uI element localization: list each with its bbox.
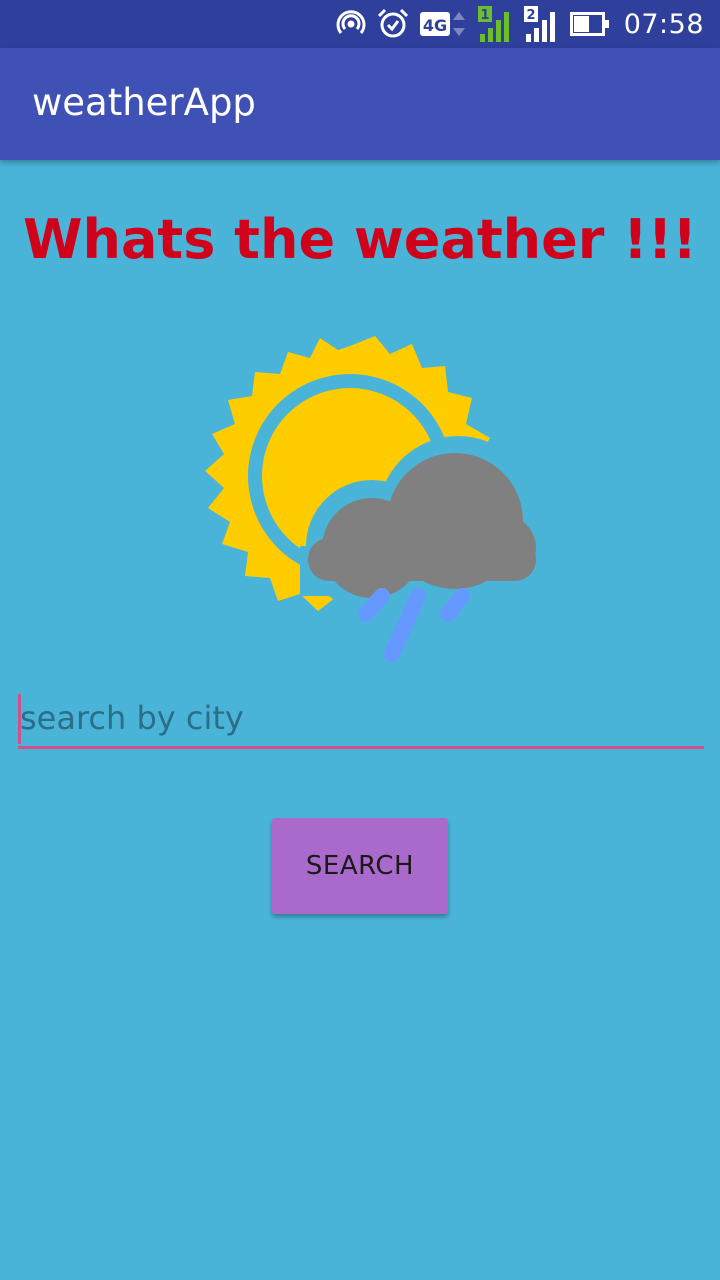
text-cursor [18, 694, 21, 744]
signal-sim2-icon: 2 [523, 6, 560, 42]
sim1-label: 1 [480, 8, 489, 23]
app-title: weatherApp [32, 81, 256, 124]
status-bar: 4G 1 2 07:58 [0, 0, 720, 48]
search-button[interactable]: SEARCH [272, 818, 448, 914]
rain-drops [358, 588, 470, 662]
signal-sim1-icon: 1 [477, 6, 514, 42]
hotspot-icon [336, 9, 366, 39]
page-title: Whats the weather !!! [22, 208, 698, 271]
sim2-label: 2 [526, 8, 535, 23]
search-field-wrapper [18, 690, 704, 750]
status-time: 07:58 [623, 8, 704, 40]
status-icons: 4G 1 2 07:58 [336, 0, 704, 48]
app-bar: weatherApp [0, 48, 720, 160]
search-input[interactable] [18, 690, 704, 749]
battery-icon [569, 10, 610, 38]
weather-sun-cloud-rain-icon [200, 326, 554, 666]
network-4g-label: 4G [423, 16, 447, 35]
alarm-icon [376, 8, 410, 40]
network-4g-icon: 4G [419, 9, 468, 39]
